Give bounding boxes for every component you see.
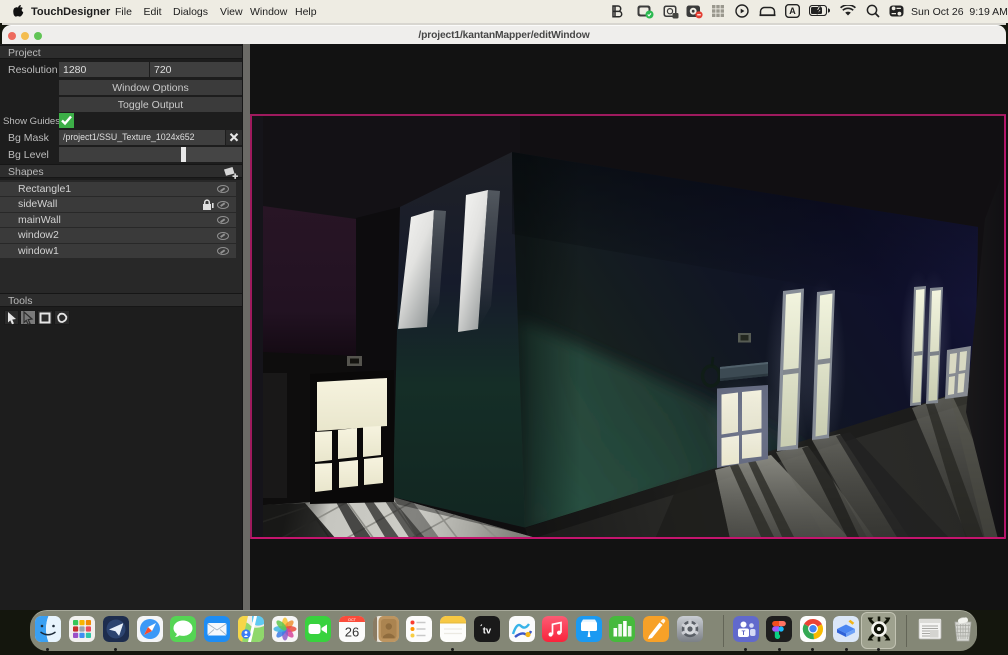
svg-text:OCT: OCT [347, 618, 356, 622]
svg-text:T: T [741, 631, 745, 637]
svg-text:A: A [789, 6, 796, 16]
svg-text:tv: tv [482, 626, 491, 637]
svg-text:26: 26 [344, 625, 358, 640]
